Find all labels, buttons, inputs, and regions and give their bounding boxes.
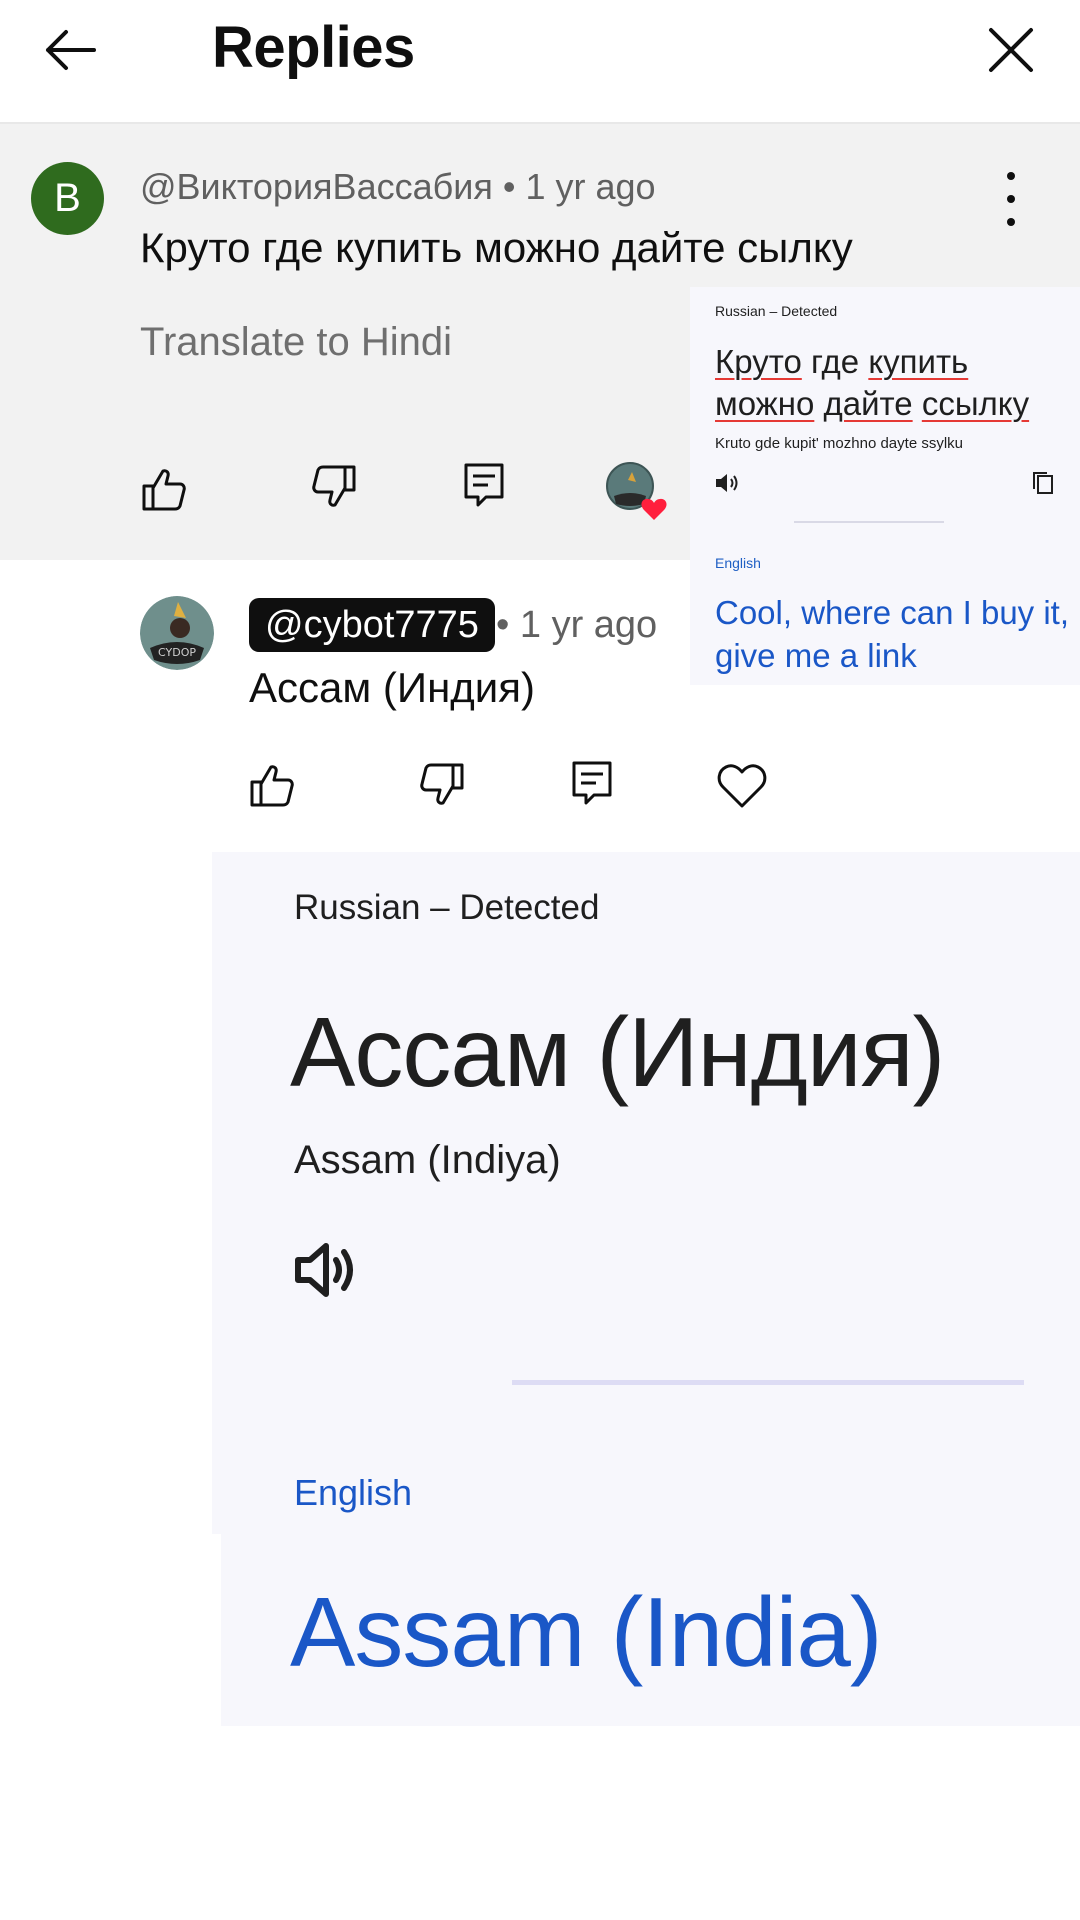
target-language: English: [294, 1472, 413, 1513]
source-text: Круто где купить можно дайте ссылку: [715, 341, 1075, 425]
meta-separator: •: [496, 604, 520, 646]
divider: [794, 521, 944, 523]
reply-avatar[interactable]: CYDOP: [140, 596, 214, 670]
heart-outline-icon: [717, 764, 767, 808]
reply-reply-button[interactable]: [564, 756, 620, 812]
detected-language: Russian – Detected: [294, 888, 600, 927]
thumbs-up-icon: [250, 765, 294, 807]
thumbs-up-icon: [142, 469, 186, 511]
translate-link[interactable]: Translate to Hindi: [140, 320, 452, 365]
reply-dislike-button[interactable]: [414, 756, 470, 812]
source-word: можно: [715, 385, 815, 422]
comment-icon: [572, 761, 612, 805]
source-word: Круто: [715, 343, 802, 380]
speaker-icon: [295, 1243, 353, 1297]
close-button[interactable]: [975, 18, 1047, 82]
reply-time-value: 1 yr ago: [519, 604, 658, 646]
speaker-icon: [716, 474, 738, 492]
source-word: где: [810, 343, 860, 380]
arrow-left-icon: [46, 30, 96, 70]
transliteration: Kruto gde kupit' mozhno dayte ssylku: [715, 435, 963, 452]
copy-icon: [1033, 472, 1053, 494]
more-vert-icon: [1007, 172, 1015, 180]
avatar-image-icon: CYDOP: [140, 596, 214, 670]
copy-button[interactable]: [1032, 471, 1054, 495]
transliteration: Assam (Indiya): [294, 1138, 561, 1182]
meta-separator: •: [502, 166, 526, 207]
listen-button[interactable]: [714, 471, 740, 495]
reply-heart-button[interactable]: [712, 756, 772, 816]
reply-time: • 1 yr ago: [496, 604, 657, 647]
translated-text: Assam (India): [290, 1577, 883, 1687]
source-word: ссылку: [921, 385, 1030, 422]
source-word: дайте: [823, 385, 913, 422]
source-text: Ассам (Индия): [290, 997, 945, 1107]
divider: [512, 1380, 1024, 1385]
creator-heart-badge: [606, 462, 667, 520]
svg-text:CYDOP: CYDOP: [158, 646, 196, 659]
translated-text: Cool, where can I buy it, give me a link: [715, 594, 1070, 674]
dislike-button[interactable]: [306, 458, 362, 514]
comment-meta: @ВикторияВассабия • 1 yr ago: [140, 166, 656, 208]
creator-avatar-heart-icon: [606, 462, 667, 520]
translation-popup-small: Russian – Detected Круто где купить можн…: [690, 287, 1080, 685]
reply-text: Ассам (Индия): [249, 664, 535, 711]
translation-popup-large: [212, 852, 1080, 1534]
comment-time: 1 yr ago: [525, 166, 656, 207]
thumbs-down-icon: [312, 465, 356, 507]
top-app-bar: Replies: [0, 0, 1080, 124]
reply-button[interactable]: [456, 458, 512, 514]
back-button[interactable]: [30, 18, 110, 82]
listen-button[interactable]: [294, 1240, 358, 1300]
reply-author-chip[interactable]: @cybot7775: [249, 598, 495, 652]
close-icon: [989, 28, 1033, 72]
page-title: Replies: [212, 15, 415, 80]
comment-text: Круто где купить можно дайте сылку: [140, 224, 853, 271]
reply-like-button[interactable]: [244, 758, 300, 814]
like-button[interactable]: [136, 462, 192, 518]
source-word: купить: [868, 343, 969, 380]
more-options-button[interactable]: [995, 172, 1027, 226]
thumbs-down-icon: [420, 763, 464, 805]
avatar[interactable]: B: [31, 162, 104, 235]
detected-language: Russian – Detected: [715, 303, 838, 319]
comment-icon: [464, 463, 504, 507]
comment-author[interactable]: @ВикторияВассабия: [140, 166, 493, 207]
target-language: English: [715, 555, 761, 571]
